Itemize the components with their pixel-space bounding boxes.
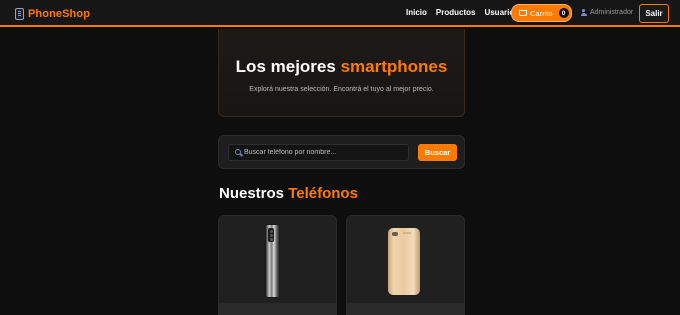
hero-title-prefix: Los mejores: [235, 57, 336, 76]
search-icon: [235, 149, 241, 155]
search-input[interactable]: [244, 145, 406, 160]
nav-links: Inicio Productos Usuarios: [406, 8, 519, 17]
phone-gold-image: [388, 228, 420, 295]
camera-module: [392, 232, 398, 236]
brand-logo[interactable]: PhoneShop: [15, 7, 90, 21]
product-card-footer: [219, 303, 336, 314]
search-field[interactable]: [228, 144, 409, 161]
camera-module: [268, 228, 274, 242]
user-icon: [580, 9, 587, 16]
brand-name: PhoneShop: [28, 8, 91, 20]
cart-icon: [519, 10, 527, 16]
product-image[interactable]: [219, 216, 336, 303]
nav-link-productos[interactable]: Productos: [436, 8, 476, 17]
phone-logo: [403, 232, 411, 234]
user-info: Administrador: [580, 9, 633, 16]
search-button[interactable]: Buscar: [418, 144, 457, 161]
cart-count-badge: 0: [558, 8, 569, 18]
product-card[interactable]: [218, 215, 337, 315]
cart-button[interactable]: Carrito 0: [511, 4, 572, 22]
cart-label: Carrito: [530, 8, 553, 18]
product-card[interactable]: [346, 215, 465, 315]
hero-banner: Los mejores smartphones Explorá nuestra …: [218, 29, 465, 117]
product-image[interactable]: [347, 216, 464, 303]
section-title-accent: Teléfonos: [288, 185, 358, 202]
hero-subtitle: Explorá nuestra selección. Encontrá el t…: [249, 86, 434, 93]
hero-title-accent: smartphones: [340, 57, 448, 76]
product-card-footer: [347, 303, 464, 314]
section-title: Nuestros Teléfonos: [219, 185, 358, 202]
user-name: Administrador: [590, 9, 634, 16]
section-title-prefix: Nuestros: [219, 185, 285, 202]
nav-link-inicio[interactable]: Inicio: [406, 8, 427, 17]
phone-icon: [15, 8, 24, 20]
logout-button[interactable]: Salir: [639, 4, 669, 23]
hero-title: Los mejores smartphones: [219, 57, 464, 77]
navbar: PhoneShop Inicio Productos Usuarios Carr…: [0, 0, 680, 27]
search-panel: Buscar: [218, 135, 465, 169]
